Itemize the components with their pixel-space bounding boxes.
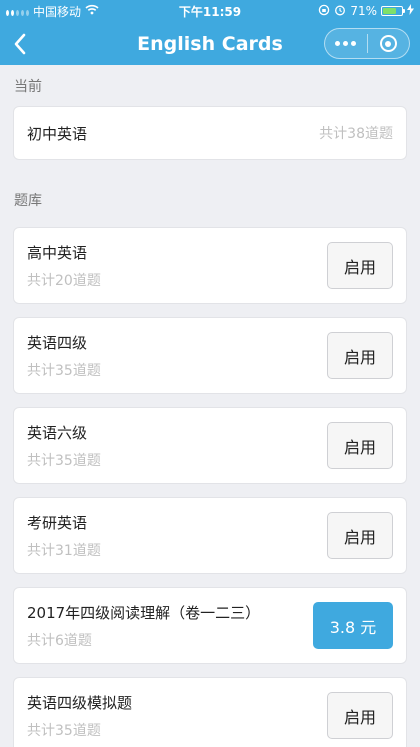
mini-program-capsule — [324, 28, 410, 59]
current-bank-card: 初中英语 共计38道题 — [13, 106, 407, 160]
bank-item-count: 共计35道题 — [27, 722, 101, 739]
bank-item-1: 英语四级 共计35道题 启用 — [13, 317, 407, 394]
target-circle-icon — [379, 35, 397, 52]
orientation-lock-icon — [318, 4, 330, 19]
bank-item-name: 英语四级模拟题 — [27, 693, 133, 712]
close-mini-program-button[interactable] — [368, 29, 410, 58]
bank-item-count: 共计35道题 — [27, 362, 101, 379]
enable-button[interactable]: 启用 — [327, 332, 393, 379]
bank-item-name: 英语六级 — [27, 423, 88, 442]
enable-button[interactable]: 启用 — [327, 242, 393, 289]
purchase-button[interactable]: 3.8 元 — [313, 602, 393, 649]
bank-item-5: 英语四级模拟题 共计35道题 启用 — [13, 677, 407, 747]
bank-item-4: 2017年四级阅读理解（卷一二三） 共计6道题 3.8 元 — [13, 587, 407, 664]
enable-button[interactable]: 启用 — [327, 512, 393, 559]
status-bar: 中国移动 下午11:59 71% — [0, 0, 420, 22]
bank-item-info: 英语四级模拟题 共计35道题 — [27, 692, 132, 740]
battery-icon — [381, 6, 405, 16]
more-dots-icon — [335, 41, 357, 46]
bank-item-info: 高中英语 共计20道题 — [27, 242, 101, 290]
bank-item-name: 考研英语 — [27, 513, 88, 532]
more-button[interactable] — [325, 29, 367, 58]
chevron-left-icon — [14, 33, 26, 54]
current-section-header: 当前 — [14, 78, 42, 95]
bank-item-info: 英语四级 共计35道题 — [27, 332, 101, 380]
charging-icon — [407, 4, 414, 18]
bank-item-count: 共计35道题 — [27, 452, 101, 469]
alarm-icon — [334, 4, 346, 19]
nav-bar: English Cards — [0, 22, 420, 65]
carrier-name: 中国移动 — [33, 4, 82, 19]
bank-item-count: 共计6道题 — [27, 632, 92, 649]
bank-item-info: 英语六级 共计35道题 — [27, 422, 101, 470]
battery-percent: 71% — [350, 4, 377, 18]
bank-item-2: 英语六级 共计35道题 启用 — [13, 407, 407, 484]
bank-item-count: 共计20道题 — [27, 272, 101, 289]
bank-item-info: 2017年四级阅读理解（卷一二三） 共计6道题 — [27, 602, 260, 650]
bank-item-info: 考研英语 共计31道题 — [27, 512, 101, 560]
status-left: 中国移动 — [6, 3, 99, 20]
status-right: 71% — [318, 4, 414, 19]
signal-icon — [6, 7, 29, 16]
bank-item-3: 考研英语 共计31道题 启用 — [13, 497, 407, 574]
current-bank-name: 初中英语 — [27, 124, 88, 143]
wifi-icon — [85, 4, 99, 18]
enable-button[interactable]: 启用 — [327, 692, 393, 739]
back-button[interactable] — [0, 22, 40, 65]
bank-item-name: 2017年四级阅读理解（卷一二三） — [27, 603, 261, 622]
current-bank-count: 共计38道题 — [319, 126, 393, 142]
bank-item-0: 高中英语 共计20道题 启用 — [13, 227, 407, 304]
bank-item-name: 高中英语 — [27, 243, 88, 262]
enable-button[interactable]: 启用 — [327, 422, 393, 469]
bank-section-header: 题库 — [14, 193, 42, 209]
bank-item-count: 共计31道题 — [27, 542, 101, 559]
bank-item-name: 英语四级 — [27, 333, 88, 352]
